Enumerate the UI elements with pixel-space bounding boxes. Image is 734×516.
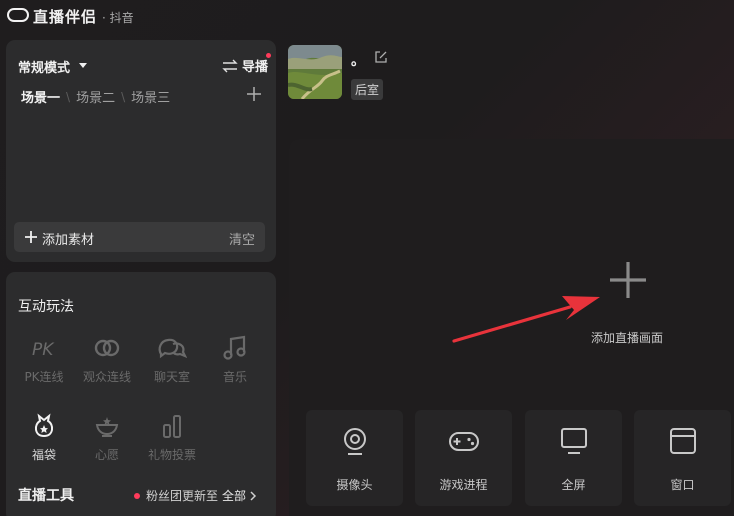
music-tool[interactable]: 音乐 xyxy=(208,334,262,385)
scene-panel: 常规模式 导播 场景一 \ 场景二 \ 场景三 添加素材 清空 xyxy=(6,40,276,262)
edit-icon[interactable] xyxy=(374,50,388,64)
tab-scene-2[interactable]: 场景二 xyxy=(76,87,115,106)
mode-dropdown[interactable]: 常规模式 xyxy=(18,57,70,76)
tool-label: 聊天室 xyxy=(153,370,190,384)
chevron-right-icon xyxy=(250,490,257,501)
source-camera-button[interactable]: 摄像头 xyxy=(306,410,403,506)
caret-down-icon[interactable] xyxy=(79,63,87,68)
add-scene-icon[interactable] xyxy=(246,86,262,102)
live-tools-title: 直播工具 xyxy=(18,488,74,504)
plus-icon[interactable] xyxy=(24,230,38,244)
interaction-panel: 互动玩法 PK PK连线 观众连线 聊天室 音乐 福袋 心愿 礼物投票 直播工具… xyxy=(6,272,276,516)
add-material-bar: 添加素材 清空 xyxy=(14,222,265,252)
tool-label: 福袋 xyxy=(31,448,56,462)
tool-label: 礼物投票 xyxy=(147,448,196,462)
fans-update-link[interactable]: 粉丝团更新至 全部 xyxy=(134,487,257,504)
tool-label: 观众连线 xyxy=(82,370,131,384)
source-fullscreen-button[interactable]: 全屏 xyxy=(525,410,622,506)
svg-text:PK: PK xyxy=(32,340,55,360)
source-window-button[interactable]: 窗口 xyxy=(634,410,731,506)
lucky-bag-tool[interactable]: 福袋 xyxy=(17,412,71,463)
camera-icon xyxy=(306,426,403,456)
tool-label: 心愿 xyxy=(94,448,119,462)
wish-icon xyxy=(80,412,134,440)
add-screen-plus-icon[interactable] xyxy=(608,260,648,300)
guide-label: 导播 xyxy=(242,60,269,75)
add-material-button[interactable]: 添加素材 xyxy=(42,229,94,248)
source-label: 游戏进程 xyxy=(439,478,488,492)
music-icon xyxy=(208,334,262,362)
tab-scene-1[interactable]: 场景一 xyxy=(21,87,60,106)
clear-button[interactable]: 清空 xyxy=(229,229,255,248)
window-icon xyxy=(634,426,731,456)
app-name: 直播伴侣 xyxy=(33,8,98,26)
notification-dot xyxy=(266,53,271,58)
notification-dot xyxy=(134,492,140,499)
anchor-name: 。 xyxy=(351,53,365,69)
avatar[interactable] xyxy=(288,45,342,99)
tool-label: PK连线 xyxy=(24,370,64,384)
interaction-title: 互动玩法 xyxy=(18,299,74,315)
pk-tool[interactable]: PK PK连线 xyxy=(17,334,71,385)
link-icon xyxy=(80,334,134,362)
wish-tool[interactable]: 心愿 xyxy=(80,412,134,463)
app-logo-icon xyxy=(7,8,29,22)
scene-tabs: 场景一 \ 场景二 \ 场景三 xyxy=(21,87,170,107)
guide-button[interactable]: 导播 xyxy=(222,56,268,75)
pk-icon: PK xyxy=(17,334,71,362)
chat-icon xyxy=(145,334,199,362)
tool-label: 音乐 xyxy=(222,370,247,384)
source-label: 窗口 xyxy=(670,478,695,492)
source-game-button[interactable]: 游戏进程 xyxy=(415,410,512,506)
source-label: 全屏 xyxy=(561,478,586,492)
source-label: 摄像头 xyxy=(336,478,373,492)
fans-all-link[interactable]: 全部 xyxy=(222,487,246,504)
fans-update-text: 粉丝团更新至 xyxy=(146,489,219,503)
tab-scene-3[interactable]: 场景三 xyxy=(131,87,170,106)
gamepad-icon xyxy=(415,426,512,456)
red-arrow-annotation xyxy=(452,296,600,343)
swap-icon xyxy=(222,59,238,73)
lucky-bag-icon xyxy=(17,412,71,440)
chat-room-tool[interactable]: 聊天室 xyxy=(145,334,199,385)
tab-divider: \ xyxy=(66,89,71,104)
platform-label: · 抖音 xyxy=(102,11,134,25)
title-bar: 直播伴侣 · 抖音 xyxy=(0,0,734,32)
tab-divider: \ xyxy=(121,89,126,104)
backstage-badge[interactable]: 后室 xyxy=(351,79,384,100)
vote-icon xyxy=(145,412,199,440)
gift-vote-tool[interactable]: 礼物投票 xyxy=(145,412,199,463)
monitor-icon xyxy=(525,426,622,456)
audience-link-tool[interactable]: 观众连线 xyxy=(80,334,134,385)
